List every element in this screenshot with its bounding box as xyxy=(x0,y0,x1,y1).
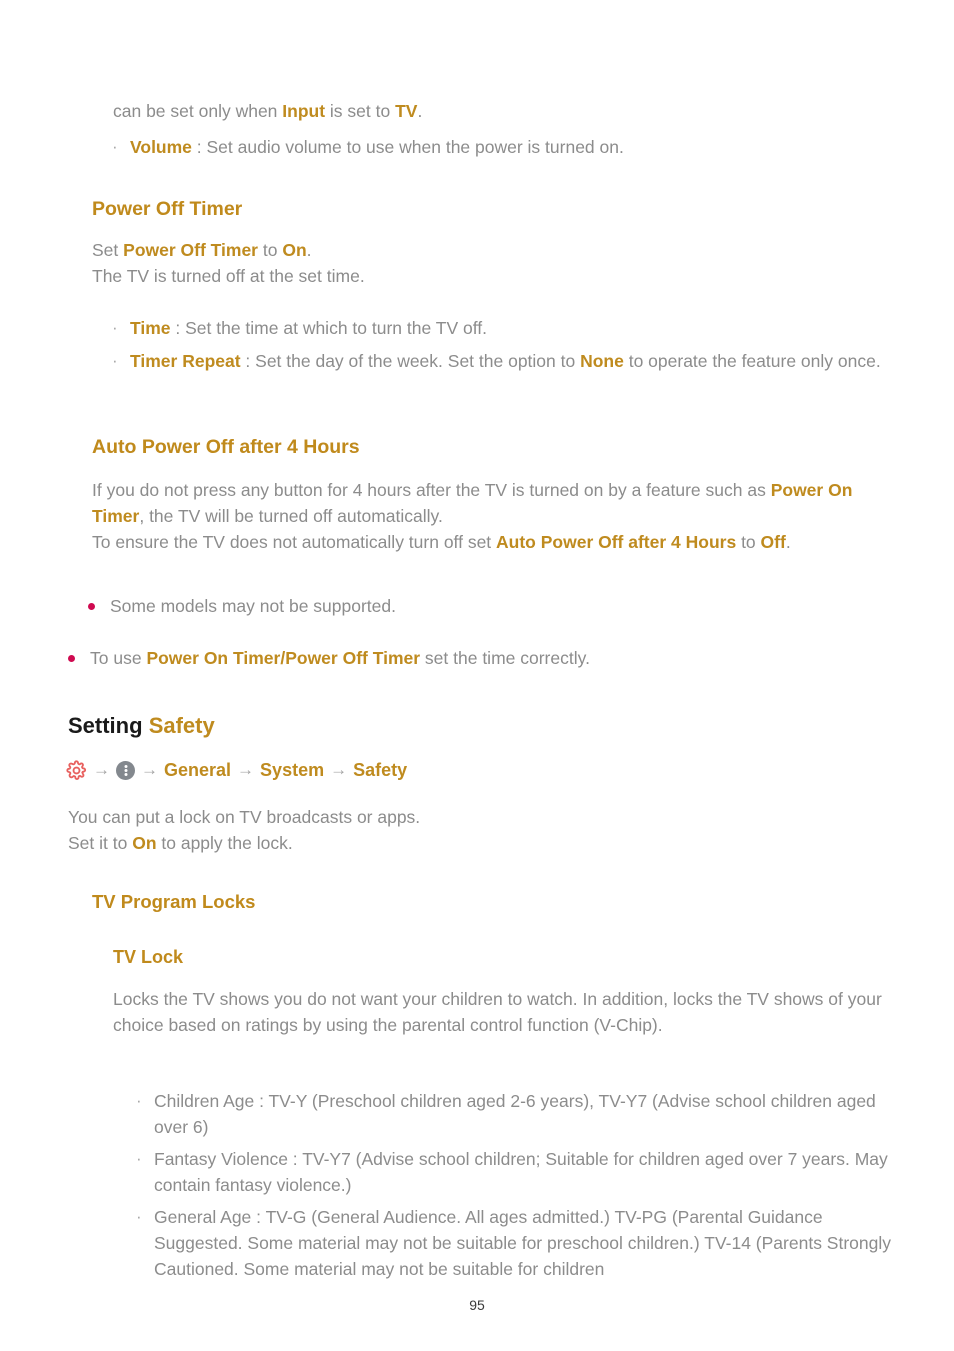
note-text: Some models may not be supported. xyxy=(110,596,396,616)
breadcrumb: → → General → System → Safety xyxy=(66,757,407,783)
arrow-icon: → xyxy=(141,760,158,779)
list-item-text: Children Age : TV-Y (Preschool children … xyxy=(154,1091,876,1137)
text-fragment: to apply the lock. xyxy=(156,833,293,853)
term-tv: TV xyxy=(395,101,418,121)
breadcrumb-item-general[interactable]: General xyxy=(164,757,231,783)
text-fragment: set the time correctly. xyxy=(420,648,590,668)
term-volume: Volume xyxy=(130,137,192,157)
text-fragment: is set to xyxy=(325,101,396,121)
list-item-volume: · Volume : Set audio volume to use when … xyxy=(112,134,902,160)
paragraph-safety-intro: You can put a lock on TV broadcasts or a… xyxy=(68,804,868,856)
term-power-off-timer: Power Off Timer xyxy=(123,240,258,260)
list-item-fantasy-violence: · Fantasy Violence : TV-Y7 (Advise schoo… xyxy=(136,1146,898,1198)
list-item-text: Timer Repeat : Set the day of the week. … xyxy=(130,348,908,374)
term-timer-repeat: Timer Repeat xyxy=(130,351,241,371)
text-fragment: to xyxy=(736,532,761,552)
page-title-topic: Safety xyxy=(148,713,215,738)
heading-auto-power-off: Auto Power Off after 4 Hours xyxy=(92,436,360,458)
text-fragment: : Set audio volume to use when the power… xyxy=(191,137,624,157)
text-fragment: : Set the day of the week. Set the optio… xyxy=(240,351,581,371)
heading-tv-lock: TV Lock xyxy=(113,947,184,967)
list-item-time: · Time : Set the time at which to turn t… xyxy=(112,315,902,341)
arrow-icon: → xyxy=(330,760,348,779)
page-number: 95 xyxy=(469,1297,485,1313)
list-item-text: Volume : Set audio volume to use when th… xyxy=(130,134,902,160)
text-fragment: can be set only when xyxy=(113,101,283,121)
text-fragment: To use xyxy=(90,648,147,668)
text-fragment: If you do not press any button for 4 hou… xyxy=(92,480,771,500)
note-text: To use Power On Timer/Power Off Timer se… xyxy=(90,645,888,671)
text-fragment: You can put a lock on TV broadcasts or a… xyxy=(68,807,421,827)
middot-marker: · xyxy=(112,137,118,156)
document-page: can be set only when Input is set to TV.… xyxy=(0,0,954,1351)
text-fragment: to operate the feature only once. xyxy=(623,351,881,371)
list-item-timer-repeat: · Timer Repeat : Set the day of the week… xyxy=(112,348,908,374)
text-fragment: . xyxy=(306,240,312,260)
text-fragment: The TV is turned off at the set time. xyxy=(92,266,365,286)
text-fragment: . xyxy=(417,101,423,121)
term-off: Off xyxy=(760,532,786,552)
bullet-dot-icon xyxy=(88,593,110,619)
term-on: On xyxy=(282,240,307,260)
paragraph-auto-power-off-2: To ensure the TV does not automatically … xyxy=(92,529,892,555)
arrow-icon: → xyxy=(93,760,110,779)
page-title: Setting Safety xyxy=(68,711,215,741)
list-item-children-age: · Children Age : TV-Y (Preschool childre… xyxy=(136,1088,896,1140)
middot-marker: · xyxy=(136,1149,142,1168)
list-item-text: Fantasy Violence : TV-Y7 (Advise school … xyxy=(154,1149,888,1195)
paragraph-tv-lock: Locks the TV shows you do not want your … xyxy=(113,989,882,1035)
continued-paragraph: can be set only when Input is set to TV. xyxy=(113,98,903,124)
page-title-prefix: Setting xyxy=(68,713,143,738)
note-some-models: Some models may not be supported. xyxy=(88,593,878,619)
term-time: Time xyxy=(130,318,171,338)
term-input: Input xyxy=(282,101,326,121)
text-fragment: : Set the time at which to turn the TV o… xyxy=(170,318,487,338)
text-fragment: Set it to xyxy=(68,833,133,853)
vertical-ellipsis-icon[interactable] xyxy=(116,760,135,780)
term-on: On xyxy=(132,833,157,853)
text-fragment: To ensure the TV does not automatically … xyxy=(92,532,497,552)
bullet-dot-icon xyxy=(68,645,90,671)
middot-marker: · xyxy=(112,318,118,337)
note-timer-usage: To use Power On Timer/Power Off Timer se… xyxy=(68,645,888,671)
paragraph-auto-power-off: If you do not press any button for 4 hou… xyxy=(92,477,882,529)
breadcrumb-item-system[interactable]: System xyxy=(260,757,324,783)
arrow-icon: → xyxy=(237,760,255,779)
list-item-text: Time : Set the time at which to turn the… xyxy=(130,315,902,341)
term-power-on-timer: Power On Timer xyxy=(146,648,281,668)
heading-tv-program-locks: TV Program Locks xyxy=(92,891,256,912)
paragraph-power-off-timer: Set Power Off Timer to On. The TV is tur… xyxy=(92,237,892,289)
text-fragment: . xyxy=(785,532,791,552)
list-item-general-age: · General Age : TV-G (General Audience. … xyxy=(136,1204,898,1282)
text-fragment: Set xyxy=(92,240,124,260)
gear-icon[interactable] xyxy=(66,759,87,781)
term-auto-power-off: Auto Power Off after 4 Hours xyxy=(496,532,737,552)
middot-marker: · xyxy=(112,351,118,370)
text-fragment: , the TV will be turned off automaticall… xyxy=(139,506,443,526)
middot-marker: · xyxy=(136,1207,142,1226)
list-item-text: General Age : TV-G (General Audience. Al… xyxy=(154,1207,891,1279)
term-power-off-timer: Power Off Timer xyxy=(285,648,421,668)
middot-marker: · xyxy=(136,1091,142,1110)
heading-power-off-timer: Power Off Timer xyxy=(92,198,243,220)
text-fragment: to xyxy=(258,240,283,260)
term-none: None xyxy=(580,351,624,371)
breadcrumb-item-safety[interactable]: Safety xyxy=(353,757,407,783)
